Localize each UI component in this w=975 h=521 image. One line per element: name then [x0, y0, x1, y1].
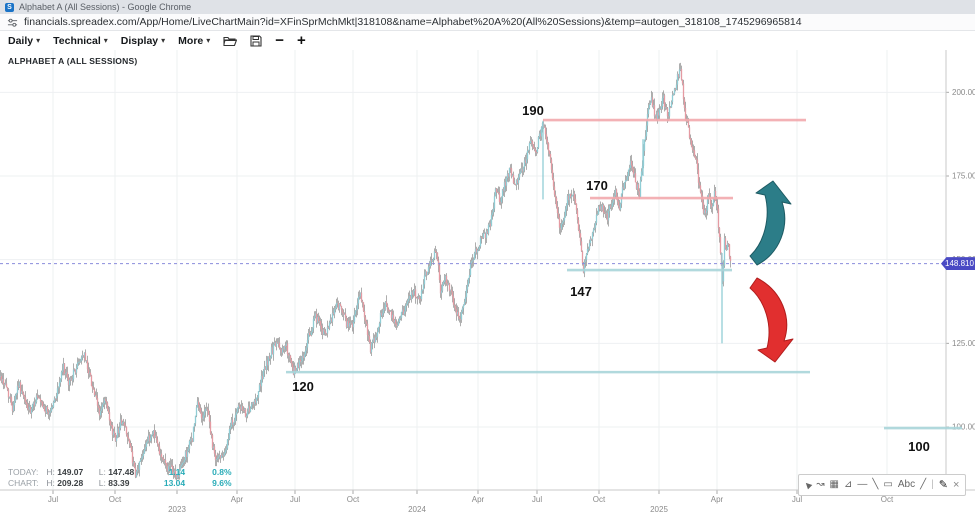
chart-region: 200.00175.00150.00125.00100.00JulOct2023… — [0, 50, 975, 521]
svg-text:147: 147 — [570, 284, 592, 299]
symbol-label: ALPHABET A (ALL SESSIONS) — [8, 56, 137, 66]
today-low-value: 147.48 — [108, 467, 134, 477]
svg-text:Jul: Jul — [48, 495, 58, 504]
svg-text:Oct: Oct — [347, 495, 360, 504]
trendline-tool-icon[interactable]: ╲ — [872, 476, 878, 494]
svg-text:Oct: Oct — [109, 495, 122, 504]
horizontal-line-tool-icon[interactable]: — — [857, 476, 867, 494]
chart-stats: TODAY: H: 149.07 L: 147.48 1.14 0.8% CHA… — [8, 467, 242, 488]
high-label: H: — [46, 467, 55, 477]
caret-down-icon: ▾ — [36, 36, 40, 45]
indicator-tool-icon[interactable]: ⊿ — [844, 476, 852, 494]
svg-text:170: 170 — [586, 178, 608, 193]
caret-down-icon: ▾ — [206, 36, 210, 45]
today-change-value: 1.14 — [151, 467, 185, 478]
chart-low-value: 83.39 — [108, 478, 129, 488]
stats-row-today: TODAY: H: 149.07 L: 147.48 1.14 0.8% — [8, 467, 242, 478]
rectangle-tool-icon[interactable]: ▭ — [883, 476, 892, 494]
chart-canvas[interactable]: 200.00175.00150.00125.00100.00JulOct2023… — [0, 50, 975, 521]
save-chart-button[interactable] — [250, 35, 262, 47]
stats-chart-label: CHART: — [8, 478, 44, 489]
svg-text:175.00: 175.00 — [952, 172, 975, 181]
menu-daily-label: Daily — [8, 35, 33, 47]
drawing-toolbar: ▶↝ ▦ ⊿ — ╲ ▭ Abc ╱ | ✎ × — [798, 474, 966, 496]
svg-text:Apr: Apr — [231, 495, 244, 504]
save-icon — [250, 35, 262, 47]
chart-high-value: 209.28 — [57, 478, 83, 488]
svg-text:200.00: 200.00 — [952, 88, 975, 97]
swing-down-arrow — [750, 278, 793, 362]
today-change-pct: 0.8% — [198, 467, 232, 478]
zoom-out-button[interactable]: − — [275, 34, 284, 48]
caret-down-icon: ▾ — [161, 36, 165, 45]
svg-text:Jul: Jul — [290, 495, 300, 504]
polyline-tool-icon[interactable]: ↝ — [816, 476, 824, 494]
svg-text:Jul: Jul — [792, 495, 802, 504]
cursor-tool-icon[interactable]: ▶ — [800, 476, 817, 493]
low-label: L: — [99, 467, 106, 477]
svg-text:Apr: Apr — [472, 495, 485, 504]
close-toolbar-icon[interactable]: × — [953, 476, 959, 494]
menu-display-label: Display — [121, 35, 158, 47]
svg-text:2025: 2025 — [650, 505, 668, 514]
spreadex-favicon: S — [5, 3, 14, 12]
stats-row-chart: CHART: H: 209.28 L: 83.39 13.04 9.6% — [8, 478, 242, 489]
menu-more-label: More — [178, 35, 203, 47]
caret-down-icon: ▾ — [104, 36, 108, 45]
url-text[interactable]: financials.spreadex.com/App/Home/LiveCha… — [24, 16, 802, 28]
window-title: Alphabet A (All Sessions) - Google Chrom… — [19, 2, 191, 12]
open-folder-icon — [223, 35, 237, 47]
svg-text:Oct: Oct — [593, 495, 606, 504]
stats-today-label: TODAY: — [8, 467, 44, 478]
text-tool-icon[interactable]: Abc — [898, 476, 915, 494]
svg-text:2024: 2024 — [408, 505, 426, 514]
svg-text:2023: 2023 — [168, 505, 186, 514]
chart-toolbar: Daily ▾ Technical ▾ Display ▾ More ▾ − + — [0, 31, 975, 50]
current-price-tag: 148.810 — [941, 257, 975, 270]
address-bar[interactable]: financials.spreadex.com/App/Home/LiveCha… — [0, 14, 975, 31]
window-titlebar: S Alphabet A (All Sessions) - Google Chr… — [0, 0, 975, 14]
chart-change-pct: 9.6% — [198, 478, 232, 489]
open-chart-button[interactable] — [223, 35, 237, 47]
svg-text:Jul: Jul — [532, 495, 542, 504]
svg-text:190: 190 — [522, 103, 544, 118]
zoom-in-button[interactable]: + — [297, 34, 306, 48]
grid-tool-icon[interactable]: ▦ — [830, 476, 839, 494]
site-settings-icon[interactable] — [7, 17, 18, 28]
chart-change-value: 13.04 — [151, 478, 185, 489]
swing-up-arrow — [750, 181, 791, 265]
svg-text:100: 100 — [908, 439, 930, 454]
pencil-tool-icon[interactable]: ✎ — [939, 476, 948, 494]
ray-tool-icon[interactable]: ╱ — [920, 476, 926, 494]
svg-text:Oct: Oct — [881, 495, 894, 504]
today-high-value: 149.07 — [57, 467, 83, 477]
menu-display[interactable]: Display ▾ — [121, 35, 165, 47]
menu-daily[interactable]: Daily ▾ — [8, 35, 40, 47]
svg-text:120: 120 — [292, 379, 314, 394]
menu-technical[interactable]: Technical ▾ — [53, 35, 108, 47]
menu-technical-label: Technical — [53, 35, 101, 47]
svg-text:125.00: 125.00 — [952, 339, 975, 348]
separator: | — [931, 476, 934, 494]
svg-text:Apr: Apr — [711, 495, 724, 504]
low-label: L: — [99, 478, 106, 488]
high-label: H: — [46, 478, 55, 488]
menu-more[interactable]: More ▾ — [178, 35, 210, 47]
